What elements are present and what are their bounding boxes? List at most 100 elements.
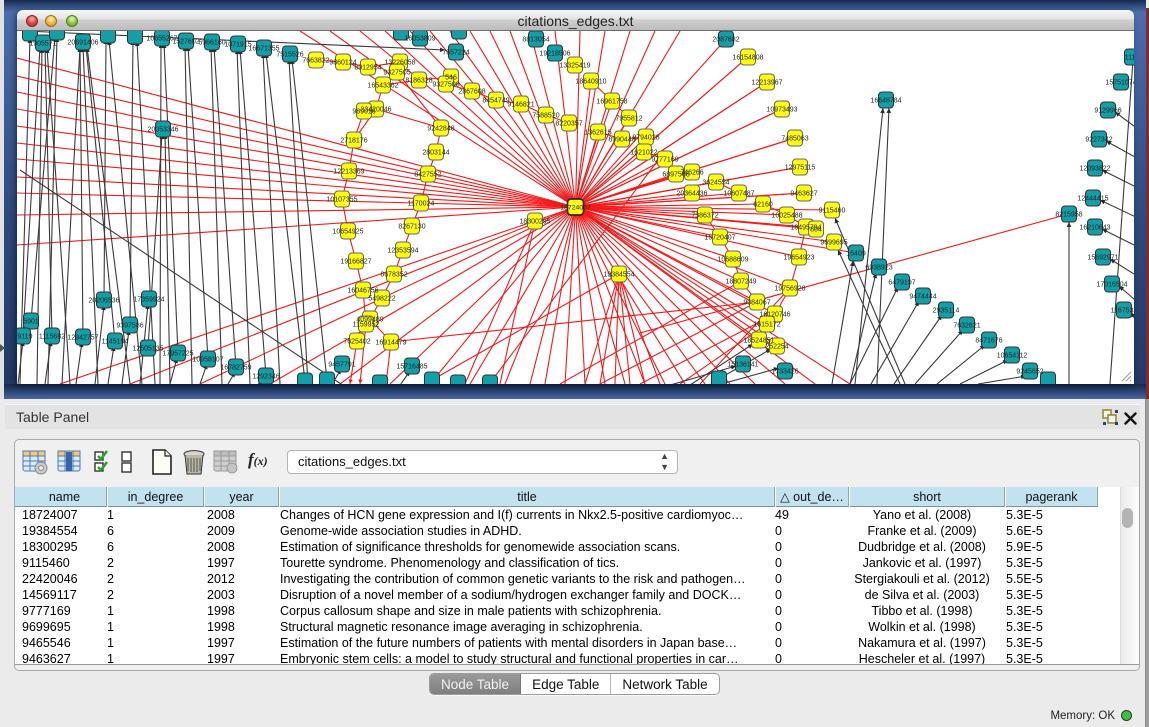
svg-text:16671355: 16671355: [248, 46, 279, 53]
svg-text:10025488: 10025488: [771, 213, 802, 220]
svg-text:16120746: 16120746: [759, 312, 790, 319]
svg-text:20206536: 20206536: [88, 298, 119, 305]
svg-text:16210643: 16210643: [1079, 225, 1110, 232]
svg-text:9474444: 9474444: [909, 294, 936, 301]
svg-text:13226058: 13226058: [384, 60, 415, 67]
svg-text:1615172: 1615172: [753, 322, 780, 329]
svg-text:18640910: 18640910: [575, 79, 606, 86]
svg-text:1115682: 1115682: [39, 334, 65, 341]
svg-text:8471676: 8471676: [975, 338, 1002, 345]
svg-text:17016504: 17016504: [1096, 282, 1127, 289]
svg-text:1145194: 1145194: [102, 339, 129, 346]
svg-text:15136141: 15136141: [727, 362, 758, 369]
svg-text:20691406: 20691406: [67, 40, 98, 47]
svg-text:10688609: 10688609: [717, 257, 748, 264]
svg-text:9146821: 9146821: [507, 102, 534, 109]
svg-text:8427552: 8427552: [414, 172, 441, 179]
svg-text:1527602: 1527602: [172, 39, 199, 46]
svg-text:12093822: 12093822: [1079, 166, 1110, 173]
svg-text:10973493: 10973493: [766, 107, 797, 114]
svg-text:18300295: 18300295: [519, 219, 550, 226]
svg-text:16782759: 16782759: [220, 365, 251, 372]
svg-text:19384554: 19384554: [603, 272, 634, 279]
svg-text:9327508: 9327508: [432, 82, 459, 89]
svg-text:252254: 252254: [765, 344, 788, 351]
svg-text:9227342: 9227342: [1085, 137, 1112, 144]
svg-text:7955812: 7955812: [615, 116, 642, 123]
svg-text:2803144: 2803144: [422, 150, 449, 157]
svg-text:17359924: 17359924: [133, 297, 164, 304]
svg-text:15751074: 15751074: [1105, 80, 1134, 87]
svg-text:16543362: 16543362: [367, 83, 398, 90]
svg-text:9084067: 9084067: [743, 300, 770, 307]
svg-text:19654923: 19654923: [783, 255, 814, 262]
svg-text:7588520: 7588520: [532, 113, 559, 120]
svg-text:16053809: 16053809: [404, 36, 435, 43]
svg-text:12353594: 12353594: [387, 248, 418, 255]
svg-text:18724007: 18724007: [560, 205, 590, 212]
svg-text:9115460: 9115460: [819, 208, 846, 215]
svg-text:2867608: 2867608: [458, 89, 485, 96]
svg-text:7515526: 7515526: [276, 52, 303, 59]
svg-text:2087682: 2087682: [712, 37, 739, 44]
svg-text:5901: 5901: [23, 319, 39, 326]
svg-text:16154808: 16154808: [732, 55, 763, 62]
svg-text:10654112: 10654112: [997, 353, 1028, 360]
svg-text:9129966: 9129966: [1094, 108, 1121, 115]
svg-text:10607487: 10607487: [723, 191, 754, 198]
svg-text:9463627: 9463627: [790, 191, 817, 198]
svg-text:1292346: 1292346: [252, 374, 279, 381]
svg-text:10107355: 10107355: [326, 197, 357, 204]
svg-text:15692971: 15692971: [1087, 255, 1118, 262]
svg-text:7625402: 7625402: [343, 339, 370, 346]
svg-text:9860124: 9860124: [329, 60, 356, 67]
svg-text:546: 546: [445, 75, 457, 82]
svg-text:8454749: 8454749: [482, 98, 509, 105]
svg-text:16961758: 16961758: [596, 99, 627, 106]
svg-text:16914479: 16914479: [375, 340, 406, 347]
svg-text:8813054: 8813054: [522, 37, 549, 44]
svg-text:7485063: 7485063: [781, 136, 808, 143]
svg-text:7663822: 7663822: [302, 58, 329, 65]
svg-text:1621022: 1621022: [630, 150, 657, 157]
svg-text:804: 804: [810, 227, 822, 234]
svg-text:18807249: 18807249: [725, 279, 756, 286]
svg-text:12444415: 12444415: [1077, 196, 1108, 203]
svg-text:10654925: 10654925: [332, 229, 363, 236]
svg-text:1905571: 1905571: [29, 41, 56, 48]
svg-text:12213369: 12213369: [333, 169, 364, 176]
svg-text:16046756: 16046756: [347, 288, 378, 295]
svg-text:8678352: 8678352: [380, 272, 407, 279]
svg-text:62160: 62160: [753, 202, 773, 209]
svg-text:9242848: 9242848: [427, 126, 454, 133]
svg-text:12975115: 12975115: [785, 165, 816, 172]
svg-text:9699695: 9699695: [820, 240, 847, 247]
svg-text:8215958: 8215958: [1055, 212, 1082, 219]
svg-text:20053346: 20053346: [147, 127, 178, 134]
svg-text:8186328: 8186328: [405, 78, 432, 85]
svg-text:12505135: 12505135: [132, 346, 163, 353]
svg-text:12942757: 12942757: [67, 335, 98, 342]
svg-text:15720407: 15720407: [704, 235, 735, 242]
svg-text:5498222: 5498222: [368, 296, 395, 303]
svg-text:6479197: 6479197: [888, 280, 915, 287]
svg-text:8220357: 8220357: [555, 121, 582, 128]
svg-text:13325419: 13325419: [559, 63, 590, 70]
svg-text:1170024: 1170024: [408, 201, 435, 208]
svg-text:746266: 746266: [680, 170, 703, 177]
svg-text:16409: 16409: [846, 251, 866, 258]
svg-text:3624554: 3624554: [702, 180, 729, 187]
svg-text:12213967: 12213967: [751, 80, 782, 87]
svg-text:9794028: 9794028: [632, 135, 659, 142]
svg-text:9777169: 9777169: [651, 157, 678, 164]
svg-text:1159952: 1159952: [353, 322, 380, 329]
svg-text:9245652: 9245652: [1016, 369, 1043, 376]
svg-text:8912954: 8912954: [354, 65, 381, 72]
svg-text:1362615: 1362615: [584, 130, 611, 137]
svg-text:1167533: 1167533: [1111, 308, 1134, 315]
svg-text:2718176: 2718176: [340, 138, 367, 145]
svg-text:9457791: 9457791: [328, 362, 355, 369]
svg-text:19218506: 19218506: [539, 51, 570, 58]
svg-text:6938923: 6938923: [865, 265, 892, 272]
svg-text:15716485: 15716485: [396, 364, 427, 371]
